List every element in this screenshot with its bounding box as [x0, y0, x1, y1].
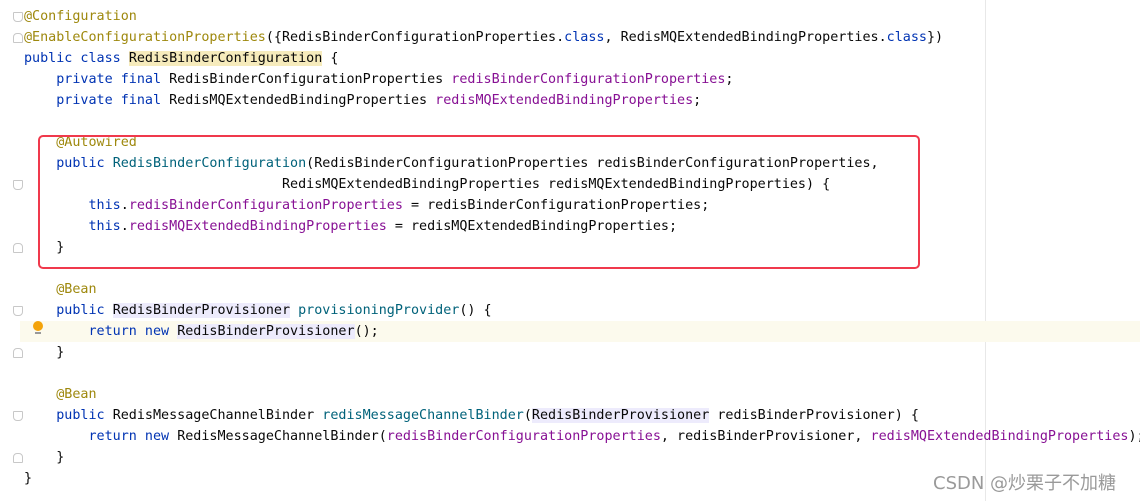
code-token: RedisMQExtendedBindingProperties [169, 93, 436, 108]
code-token: @Configuration [24, 9, 137, 24]
code-token: RedisMessageChannelBinder( [177, 429, 387, 444]
code-token: RedisBinderProvisioner [177, 324, 355, 339]
code-token: redisBinderConfigurationProperties [451, 72, 726, 87]
fold-marker-icon[interactable] [13, 180, 23, 190]
code-token: RedisBinderConfigurationProperties [169, 72, 452, 87]
code-token: RedisBinderProvisioner [531, 408, 710, 423]
fold-marker-icon[interactable] [13, 411, 23, 421]
fold-marker-icon[interactable] [13, 33, 23, 43]
code-token: RedisMessageChannelBinder [112, 408, 323, 423]
fold-marker-icon[interactable] [13, 306, 23, 316]
code-token: private final [56, 72, 170, 87]
code-token: { [322, 51, 339, 66]
code-line[interactable]: @Bean [24, 279, 97, 300]
code-token: class [564, 30, 605, 45]
code-line[interactable]: private final RedisMQExtendedBindingProp… [24, 90, 701, 111]
code-token: public [56, 408, 113, 423]
code-token: return new [88, 429, 178, 444]
code-token: , redisBinderProvisioner, [660, 429, 871, 444]
code-token: @Bean [56, 387, 97, 402]
code-token: return new [88, 324, 178, 339]
code-token: redisMQExtendedBindingProperties [435, 93, 694, 108]
code-token: , RedisMQExtendedBindingProperties. [604, 30, 887, 45]
code-line[interactable]: } [24, 447, 64, 468]
code-token: @EnableConfigurationProperties [24, 30, 266, 45]
code-token: public class [24, 51, 129, 66]
code-line[interactable]: @EnableConfigurationProperties({RedisBin… [24, 27, 943, 48]
code-token: RedisBinderConfiguration [128, 51, 323, 66]
code-token: @Bean [56, 282, 97, 297]
code-token: class [886, 30, 927, 45]
code-line[interactable]: } [24, 342, 64, 363]
code-token: ( [523, 408, 532, 423]
code-token: redisBinderConfigurationProperties [386, 429, 661, 444]
code-token: ; [693, 93, 702, 108]
code-token: redisMQExtendedBindingProperties [870, 429, 1129, 444]
code-token: } [24, 471, 33, 486]
code-line[interactable]: public class RedisBinderConfiguration { [24, 48, 338, 69]
code-line[interactable]: public RedisMessageChannelBinder redisMe… [24, 405, 919, 426]
highlight-box [38, 135, 920, 269]
code-token: } [24, 345, 65, 360]
code-line[interactable]: } [24, 468, 32, 489]
code-token: public [56, 303, 113, 318]
code-token: redisBinderProvisioner) { [709, 408, 919, 423]
lightbulb-icon[interactable] [33, 321, 43, 334]
code-token: () { [459, 303, 492, 318]
code-token: ({RedisBinderConfigurationProperties. [265, 30, 565, 45]
code-line[interactable]: return new RedisMessageChannelBinder(red… [24, 426, 1140, 447]
watermark: CSDN @炒栗子不加糖 [933, 473, 1117, 494]
code-line[interactable]: private final RedisBinderConfigurationPr… [24, 69, 733, 90]
code-token: }) [926, 30, 944, 45]
code-token: private final [56, 93, 170, 108]
code-token: RedisBinderProvisioner [112, 303, 291, 318]
code-line[interactable]: public RedisBinderProvisioner provisioni… [24, 300, 492, 321]
fold-marker-icon[interactable] [13, 243, 23, 253]
code-line[interactable]: @Bean [24, 384, 97, 405]
code-token: ; [725, 72, 734, 87]
code-token: } [24, 450, 65, 465]
fold-marker-icon[interactable] [13, 12, 23, 22]
code-token: ); [1128, 429, 1140, 444]
fold-marker-icon[interactable] [13, 453, 23, 463]
code-token: (); [354, 324, 379, 339]
code-line[interactable]: @Configuration [24, 6, 137, 27]
fold-marker-icon[interactable] [13, 348, 23, 358]
code-token: provisioningProvider [298, 303, 460, 318]
code-line[interactable]: return new RedisBinderProvisioner(); [24, 321, 379, 342]
code-token: redisMessageChannelBinder [322, 408, 524, 423]
